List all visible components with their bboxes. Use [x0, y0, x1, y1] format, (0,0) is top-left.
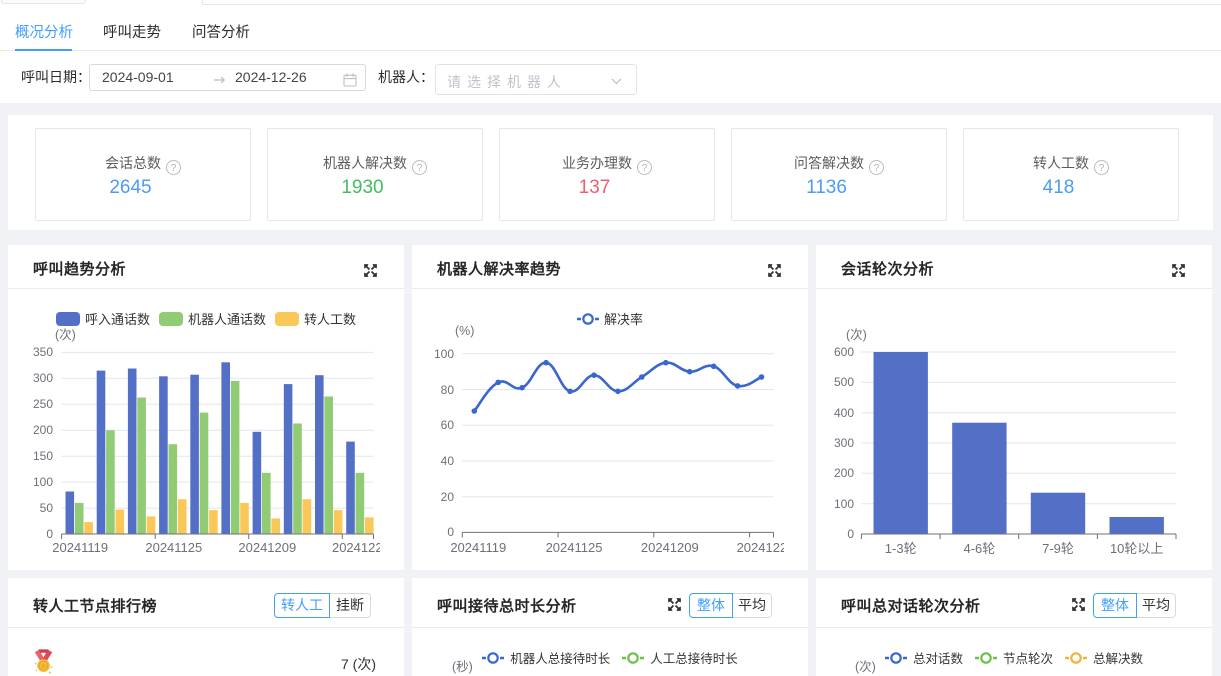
svg-text:20241222: 20241222: [332, 540, 380, 555]
svg-text:100: 100: [33, 475, 53, 489]
svg-text:20: 20: [441, 490, 455, 504]
svg-text:200: 200: [834, 466, 854, 480]
svg-text:20241209: 20241209: [238, 540, 296, 555]
svg-text:20241125: 20241125: [145, 540, 202, 555]
svg-text:200: 200: [33, 423, 53, 437]
svg-text:250: 250: [33, 397, 53, 411]
svg-text:60: 60: [441, 418, 455, 432]
svg-text:300: 300: [834, 436, 854, 450]
svg-text:20241119: 20241119: [450, 540, 506, 555]
svg-text:0: 0: [46, 527, 53, 541]
svg-text:600: 600: [834, 345, 854, 359]
svg-text:500: 500: [834, 375, 854, 389]
svg-text:20241119: 20241119: [52, 540, 108, 555]
svg-text:400: 400: [834, 406, 854, 420]
svg-text:1-3轮: 1-3轮: [885, 541, 917, 556]
svg-text:100: 100: [434, 347, 454, 361]
svg-text:350: 350: [33, 345, 53, 359]
svg-text:300: 300: [33, 371, 53, 385]
svg-text:50: 50: [40, 501, 54, 515]
svg-text:10轮以上: 10轮以上: [1110, 541, 1163, 556]
svg-text:20241209: 20241209: [641, 540, 699, 555]
svg-text:20241222: 20241222: [737, 540, 784, 555]
svg-text:40: 40: [441, 454, 455, 468]
svg-text:4-6轮: 4-6轮: [964, 541, 996, 556]
svg-text:20241125: 20241125: [546, 540, 603, 555]
svg-text:0: 0: [847, 527, 854, 541]
svg-text:100: 100: [834, 497, 854, 511]
svg-text:7-9轮: 7-9轮: [1042, 541, 1074, 556]
svg-text:150: 150: [33, 449, 53, 463]
svg-text:80: 80: [441, 383, 455, 397]
svg-text:0: 0: [447, 525, 454, 539]
